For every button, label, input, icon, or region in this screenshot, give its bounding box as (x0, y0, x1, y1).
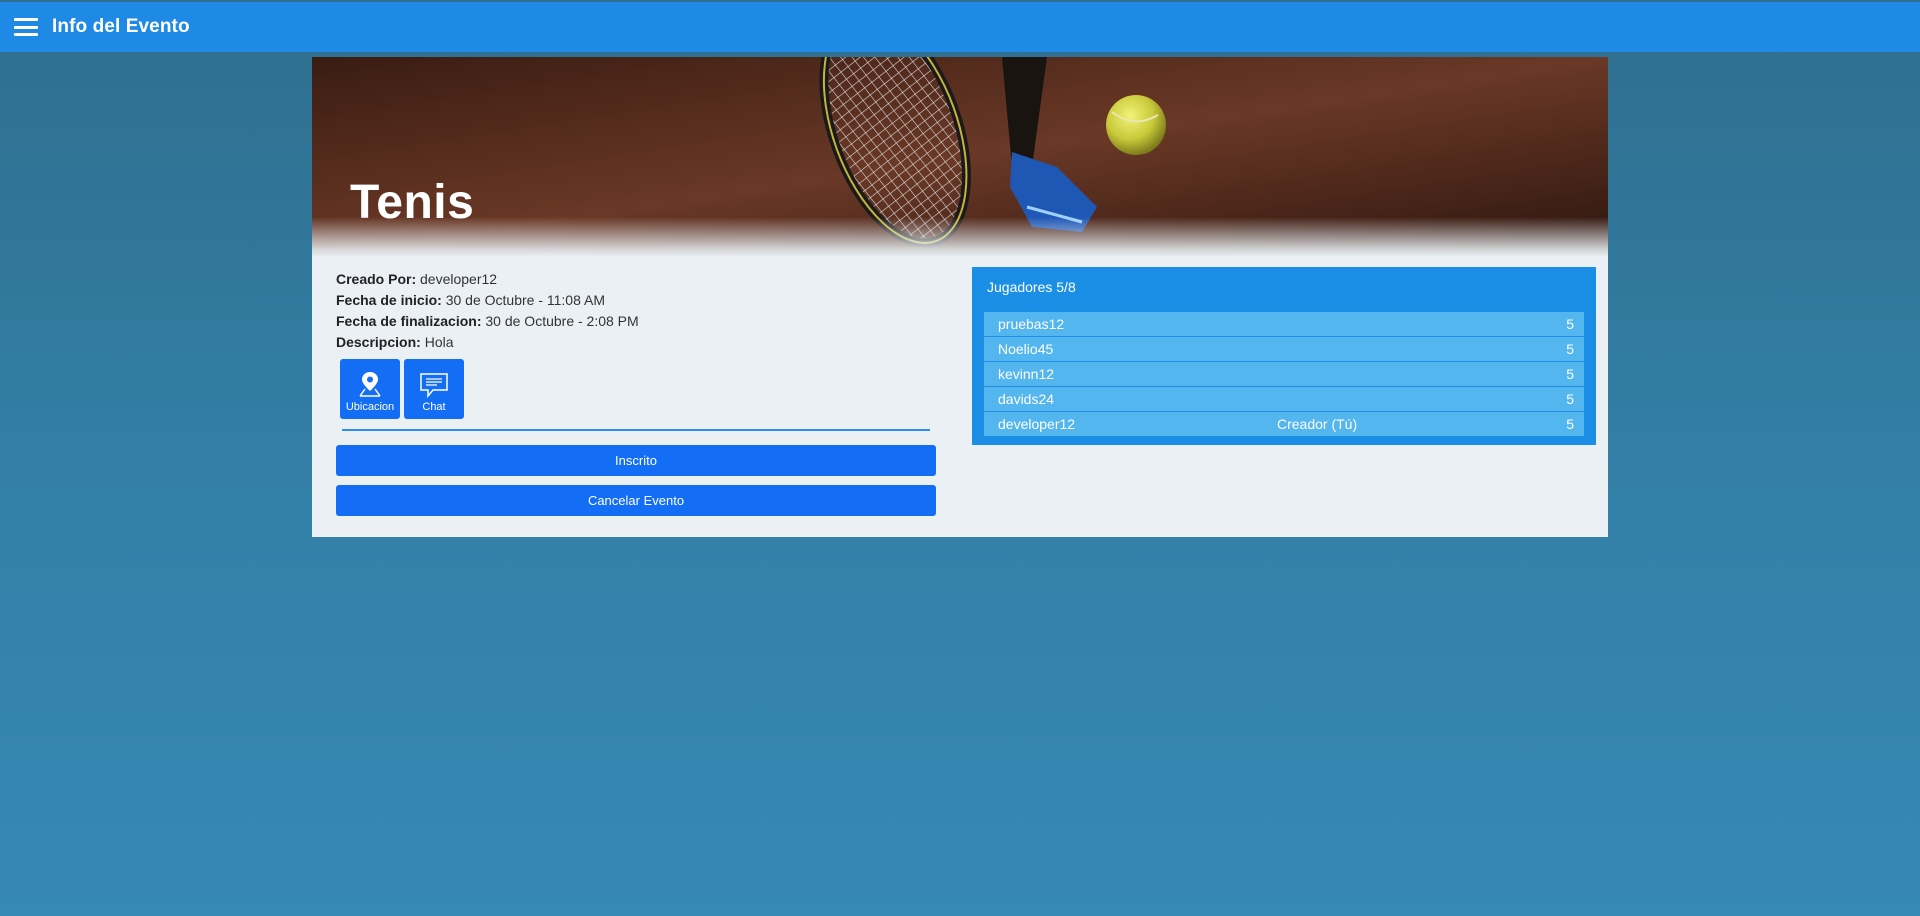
list-item[interactable]: Noelio45 5 (984, 337, 1584, 361)
player-name: developer12 (998, 416, 1076, 432)
created-by-value: developer12 (420, 271, 498, 287)
end-date-value: 30 de Octubre - 2:08 PM (485, 313, 639, 329)
section-divider (342, 429, 930, 431)
player-score: 5 (1566, 416, 1574, 432)
list-item[interactable]: kevinn12 5 (984, 362, 1584, 386)
chat-button-label: Chat (422, 401, 446, 413)
cancel-event-button[interactable]: Cancelar Evento (336, 485, 936, 516)
created-by-label: Creado Por: (336, 271, 417, 287)
event-title: Tenis (350, 176, 475, 229)
list-item[interactable]: davids24 5 (984, 387, 1584, 411)
chat-bubble-icon (420, 373, 448, 398)
player-score: 5 (1566, 341, 1574, 357)
player-role: Creador (Tú) (1277, 416, 1358, 432)
event-quick-actions: Ubicacion Chat (340, 359, 936, 419)
location-button[interactable]: Ubicacion (340, 359, 400, 419)
player-name: Noelio45 (998, 341, 1054, 357)
end-date-row: Fecha de finalizacion: 30 de Octubre - 2… (336, 311, 936, 332)
player-name: kevinn12 (998, 366, 1055, 382)
start-date-row: Fecha de inicio: 30 de Octubre - 11:08 A… (336, 290, 936, 311)
event-hero-image: Tenis (312, 57, 1608, 257)
top-app-bar: Info del Evento (0, 2, 1920, 52)
start-date-value: 30 de Octubre - 11:08 AM (445, 292, 605, 308)
location-button-label: Ubicacion (345, 401, 395, 413)
description-value: Hola (424, 334, 454, 350)
page-title: Info del Evento (52, 16, 190, 37)
hamburger-menu-icon[interactable] (14, 18, 38, 36)
description-row: Descripcion: Hola (336, 332, 936, 353)
inscrito-button[interactable]: Inscrito (336, 445, 936, 476)
description-label: Descripcion: (336, 334, 421, 350)
player-score: 5 (1566, 316, 1574, 332)
list-item[interactable]: developer12 Creador (Tú) 5 (984, 412, 1584, 436)
player-score: 5 (1566, 391, 1574, 407)
players-panel: Jugadores 5/8 pruebas12 5 Noelio45 5 kev… (972, 267, 1596, 445)
event-details: Creado Por: developer12 Fecha de inicio:… (336, 269, 936, 516)
player-score: 5 (1566, 366, 1574, 382)
player-name: davids24 (998, 391, 1055, 407)
event-card: Tenis Creado Por: developer12 Fecha de i… (312, 57, 1608, 537)
list-item[interactable]: pruebas12 5 (984, 312, 1584, 336)
players-title: Jugadores 5/8 (987, 279, 1076, 295)
start-date-label: Fecha de inicio: (336, 292, 442, 308)
chat-button[interactable]: Chat (404, 359, 464, 419)
player-name: pruebas12 (998, 316, 1065, 332)
players-list: pruebas12 5 Noelio45 5 kevinn12 5 davids… (984, 312, 1584, 437)
created-by-row: Creado Por: developer12 (336, 269, 936, 290)
map-pin-icon (359, 372, 381, 397)
end-date-label: Fecha de finalizacion: (336, 313, 482, 329)
